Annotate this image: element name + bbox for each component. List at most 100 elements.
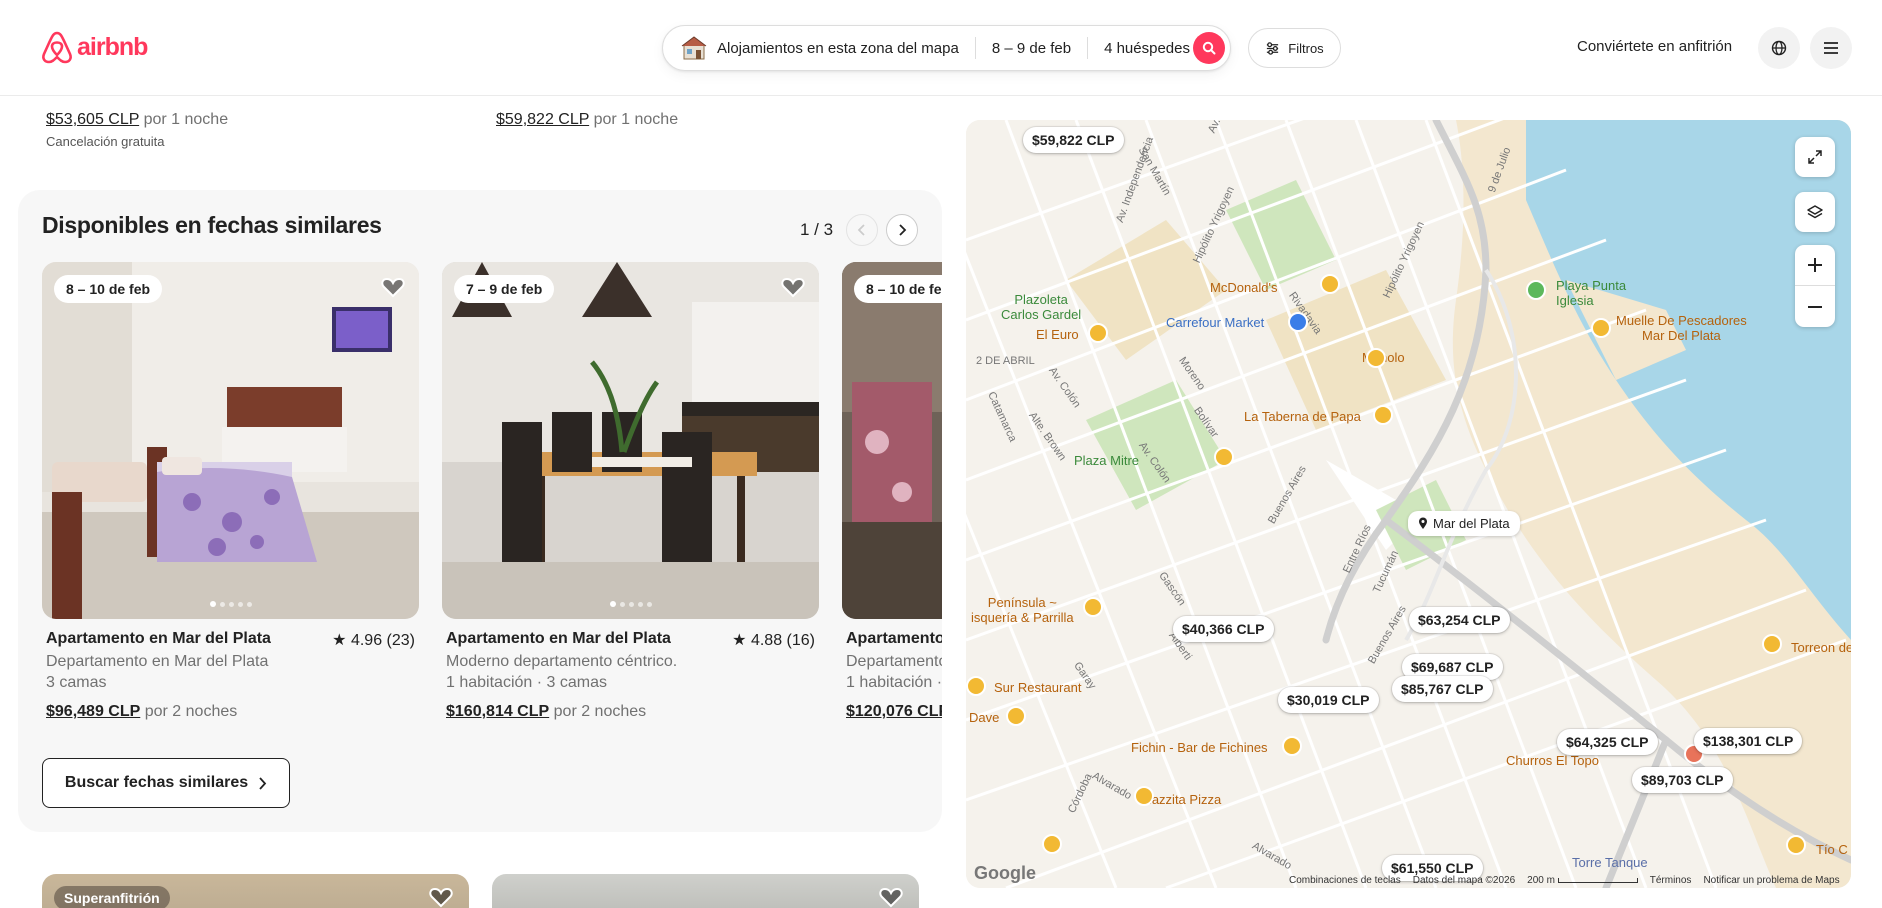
map-poi-label: McDonald's bbox=[1210, 280, 1278, 295]
listings-panel: $53,605 CLP por 1 noche Cancelación grat… bbox=[0, 97, 960, 908]
listing-rating: ★ 4.88 (16) bbox=[732, 630, 815, 650]
restaurant-pin-icon[interactable] bbox=[1134, 786, 1154, 806]
map-poi-label: Tío C bbox=[1816, 842, 1848, 857]
listing-price[interactable]: $53,605 CLP bbox=[46, 111, 139, 128]
listing-card[interactable]: 8 – 10 de feb Apartamento en Mar del Pla… bbox=[42, 262, 419, 720]
price-pin[interactable]: $40,366 CLP bbox=[1173, 616, 1274, 642]
price-pin[interactable]: $63,254 CLP bbox=[1409, 607, 1510, 633]
listing-photo[interactable]: 7 – 9 de feb bbox=[442, 262, 819, 619]
terms-link[interactable]: Términos bbox=[1650, 875, 1692, 886]
map-label-district: 2 DE ABRIL bbox=[976, 355, 1035, 367]
search-similar-dates-button[interactable]: Buscar fechas similares bbox=[42, 758, 290, 808]
photo-dots bbox=[209, 601, 252, 607]
price-pin[interactable]: $64,325 CLP bbox=[1557, 729, 1658, 755]
similar-dates-section: Disponibles en fechas similares 1 / 3 8 … bbox=[18, 190, 942, 832]
listing-price-row: $59,822 CLP por 1 noche bbox=[496, 111, 678, 129]
map-poi-label: Churros El Topo bbox=[1506, 753, 1599, 768]
rating-value: 4.88 (16) bbox=[750, 632, 815, 649]
top-header: airbnb Alojamientos en esta zona del map… bbox=[0, 0, 1882, 96]
filters-label: Filtros bbox=[1288, 40, 1324, 56]
heart-icon[interactable] bbox=[381, 276, 405, 298]
park-pin-icon[interactable] bbox=[1526, 280, 1546, 300]
language-button[interactable] bbox=[1758, 27, 1800, 69]
globe-icon bbox=[1771, 40, 1787, 56]
report-problem-link[interactable]: Notificar un problema de Maps bbox=[1703, 875, 1839, 886]
price-pin[interactable]: $59,822 CLP bbox=[1023, 127, 1124, 153]
keyboard-shortcuts-link[interactable]: Combinaciones de teclas bbox=[1289, 875, 1401, 886]
restaurant-pin-icon[interactable] bbox=[1786, 835, 1806, 855]
restaurant-pin-icon[interactable] bbox=[1042, 834, 1062, 854]
listing-price[interactable]: $59,822 CLP bbox=[496, 111, 589, 128]
filters-button[interactable]: Filtros bbox=[1248, 28, 1341, 68]
listing-card[interactable]: 8 – 10 de feb Apartamento Departamento 1… bbox=[842, 262, 942, 720]
zoom-in-button[interactable] bbox=[1795, 245, 1835, 286]
section-title: Disponibles en fechas similares bbox=[42, 212, 382, 238]
logo-text: airbnb bbox=[77, 32, 148, 61]
listing-card[interactable] bbox=[492, 874, 919, 908]
chevron-right-icon bbox=[259, 776, 267, 790]
map-poi-label: Torre Tanque bbox=[1572, 855, 1648, 870]
airbnb-logo[interactable]: airbnb bbox=[41, 30, 148, 64]
heart-icon[interactable] bbox=[429, 886, 453, 908]
airbnb-logo-icon bbox=[42, 31, 72, 64]
map[interactable]: 2 DE ABRIL Av. Pedro Luro Av. Independen… bbox=[966, 120, 1851, 888]
heart-icon[interactable] bbox=[879, 886, 903, 908]
shopping-pin-icon[interactable] bbox=[1288, 312, 1308, 332]
restaurant-pin-icon[interactable] bbox=[966, 676, 986, 696]
become-host-link[interactable]: Conviértete en anfitrión bbox=[1577, 38, 1732, 55]
search-location[interactable]: Alojamientos en esta zona del mapa bbox=[717, 37, 976, 59]
restaurant-pin-icon[interactable] bbox=[1088, 323, 1108, 343]
listing-price[interactable]: $160,814 CLP bbox=[446, 703, 549, 720]
restaurant-pin-icon[interactable] bbox=[1373, 405, 1393, 425]
listing-price-row: $53,605 CLP por 1 noche bbox=[46, 111, 228, 129]
free-cancellation: Cancelación gratuita bbox=[46, 134, 165, 149]
zoom-out-button[interactable] bbox=[1795, 286, 1835, 327]
listing-title: Apartamento bbox=[846, 630, 942, 647]
expand-icon bbox=[1808, 150, 1822, 164]
search-dates[interactable]: 8 – 9 de feb bbox=[976, 37, 1089, 59]
carousel-prev-button[interactable] bbox=[846, 214, 878, 246]
restaurant-pin-icon[interactable] bbox=[1320, 274, 1340, 294]
map-layers-button[interactable] bbox=[1795, 192, 1835, 232]
price-unit: por 1 noche bbox=[593, 111, 679, 128]
listing-photo[interactable]: 8 – 10 de feb bbox=[842, 262, 942, 619]
carousel-pager: 1 / 3 bbox=[800, 220, 834, 239]
map-poi-label: Muelle De Pescadores Mar Del Plata bbox=[1616, 313, 1747, 343]
layers-icon bbox=[1807, 205, 1823, 219]
plus-icon bbox=[1808, 258, 1822, 272]
bar-pin-icon[interactable] bbox=[1214, 447, 1234, 467]
heart-icon[interactable] bbox=[781, 276, 805, 298]
price-pin[interactable]: $89,703 CLP bbox=[1632, 767, 1733, 793]
star-icon: ★ bbox=[332, 632, 347, 649]
fullscreen-button[interactable] bbox=[1795, 137, 1835, 177]
bar-pin-icon[interactable] bbox=[1282, 736, 1302, 756]
map-poi-label: Dave bbox=[969, 710, 1000, 725]
listing-price[interactable]: $96,489 CLP bbox=[46, 703, 140, 720]
price-pin[interactable]: $30,019 CLP bbox=[1278, 687, 1379, 713]
restaurant-pin-icon[interactable] bbox=[1006, 706, 1026, 726]
bedroom-photo bbox=[42, 262, 419, 619]
menu-button[interactable] bbox=[1810, 27, 1852, 69]
price-pin[interactable]: $138,301 CLP bbox=[1694, 728, 1803, 754]
minus-icon bbox=[1808, 305, 1822, 308]
search-bar[interactable]: Alojamientos en esta zona del mapa 8 – 9… bbox=[662, 25, 1231, 71]
restaurant-pin-icon[interactable] bbox=[1083, 597, 1103, 617]
listing-card[interactable]: Superanfitrión bbox=[42, 874, 469, 908]
listing-photo[interactable]: 8 – 10 de feb bbox=[42, 262, 419, 619]
place-chip[interactable]: Mar del Plata bbox=[1408, 511, 1520, 536]
hamburger-icon bbox=[1824, 42, 1838, 54]
search-guests[interactable]: 4 huéspedes bbox=[1088, 37, 1206, 59]
listing-price[interactable]: $120,076 CLP bbox=[846, 703, 942, 720]
button-label: Buscar fechas similares bbox=[64, 774, 249, 791]
listing-card[interactable]: 7 – 9 de feb Apartamento en Mar del Plat… bbox=[442, 262, 819, 720]
restaurant-pin-icon[interactable] bbox=[1366, 348, 1386, 368]
chevron-left-icon bbox=[857, 224, 865, 236]
restaurant-pin-icon[interactable] bbox=[1591, 318, 1611, 338]
listing-subtitle: Moderno departamento céntrico. bbox=[446, 653, 678, 670]
restaurant-pin-icon[interactable] bbox=[1762, 634, 1782, 654]
search-button[interactable] bbox=[1193, 32, 1225, 64]
map-footer: Combinaciones de teclas Datos del mapa ©… bbox=[1289, 875, 1840, 886]
carousel-next-button[interactable] bbox=[886, 214, 918, 246]
listing-price-row: $120,076 CLP bbox=[846, 703, 942, 721]
price-pin[interactable]: $85,767 CLP bbox=[1392, 676, 1493, 702]
